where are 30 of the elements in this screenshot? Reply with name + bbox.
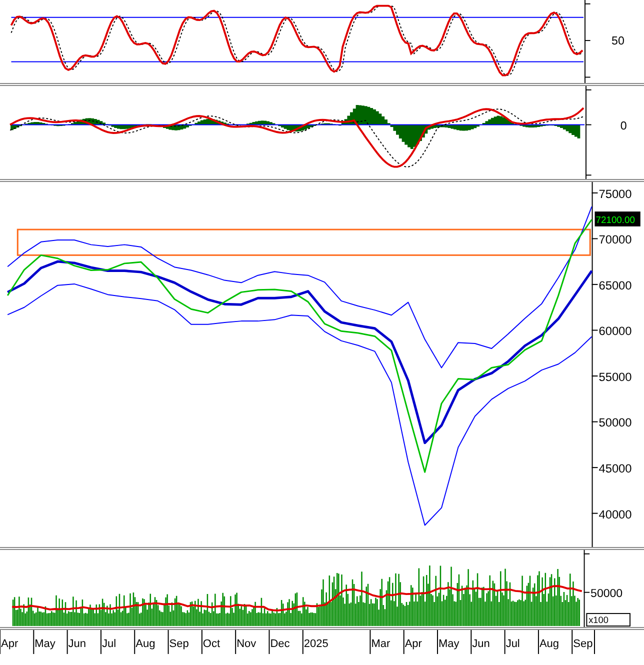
- month-label: May: [34, 638, 56, 650]
- month-label: Oct: [202, 638, 220, 650]
- axis-tick-label: 45000: [598, 462, 632, 476]
- month-label: Sep: [573, 638, 593, 650]
- month-label: Aug: [136, 638, 156, 650]
- month-label: May: [438, 638, 460, 650]
- axis-tick-label: 60000: [598, 324, 632, 338]
- month-label: Dec: [270, 638, 290, 650]
- volume-unit-label: x100: [586, 613, 630, 627]
- axis-tick-label: 50: [612, 35, 624, 48]
- month-label: Jun: [472, 638, 490, 650]
- axis-tick-label: 0: [620, 120, 627, 133]
- month-label: Nov: [236, 638, 256, 650]
- month-label: 2025: [304, 638, 328, 650]
- month-label: Apr: [1, 638, 18, 650]
- month-label: Jul: [102, 638, 116, 650]
- axis-tick-label: 40000: [598, 507, 632, 522]
- axis-tick-label: 55000: [598, 370, 632, 384]
- month-label: Jun: [68, 638, 86, 650]
- axis-tick-label: 70000: [598, 232, 632, 247]
- month-label: Aug: [539, 638, 560, 650]
- axis-tick-label: 75000: [598, 186, 632, 201]
- month-label: Apr: [404, 638, 422, 650]
- axis-tick-label: 65000: [598, 278, 632, 292]
- axis-tick-label: 50000: [598, 416, 632, 430]
- month-label: Sep: [169, 638, 189, 650]
- last-price-tag: 72100.00: [594, 212, 640, 226]
- axis-tick-label: 50000: [590, 588, 623, 600]
- month-label: Mar: [371, 638, 390, 650]
- month-label: Jul: [506, 638, 520, 650]
